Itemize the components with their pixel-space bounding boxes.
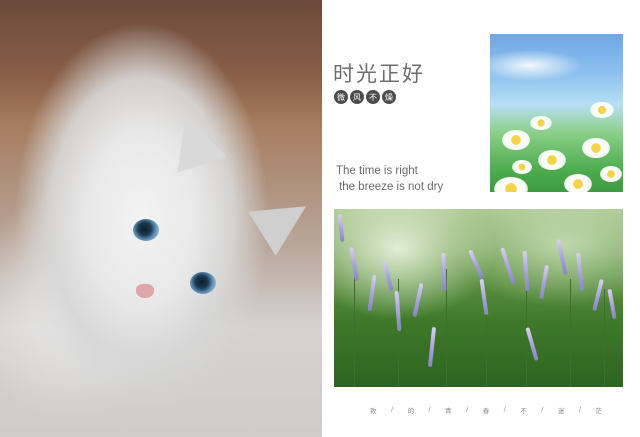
- footer-separator: /: [541, 405, 544, 413]
- daisy-flower: [538, 150, 566, 170]
- kitten-left-ear: [161, 107, 227, 173]
- footer-char: 的: [407, 407, 415, 415]
- lavender-spike: [607, 288, 617, 320]
- footer-separator: /: [503, 405, 506, 413]
- footer-char: 不: [520, 407, 527, 415]
- footer-slogan: 致 / 的 / 青 / 春 / 不 / 迷 / 茫: [370, 405, 602, 415]
- kitten-right-eye: [190, 272, 216, 294]
- lavender-spike: [394, 290, 402, 332]
- footer-separator: /: [466, 405, 469, 413]
- footer-separator: /: [428, 405, 431, 413]
- lavender-stem: [354, 269, 355, 387]
- footer-char: 迷: [557, 407, 565, 415]
- lavender-spike: [592, 278, 604, 312]
- lavender-photo: [334, 209, 623, 387]
- daisy-flower: [530, 116, 552, 130]
- lavender-spike: [479, 278, 489, 316]
- lavender-spike: [468, 249, 484, 279]
- lavender-spike: [367, 274, 377, 312]
- quote-text: The time is right the breeze is not dry: [336, 163, 443, 195]
- seal-char: 风: [350, 90, 364, 104]
- kitten-nose: [136, 284, 154, 298]
- daisy-flower: [600, 166, 622, 182]
- daisy-flower: [502, 130, 530, 150]
- lavender-spike: [500, 247, 516, 285]
- lavender-spike: [441, 252, 447, 292]
- lavender-spike: [382, 260, 394, 292]
- seal-char: 微: [334, 90, 348, 104]
- kitten-right-ear: [248, 184, 320, 256]
- lavender-spike: [337, 213, 345, 243]
- lavender-spike: [539, 264, 549, 300]
- daisy-flower: [590, 102, 614, 118]
- footer-separator: /: [390, 405, 394, 413]
- daisy-flower: [494, 177, 528, 192]
- footer-separator: /: [578, 405, 582, 413]
- seal-char: 燥: [382, 90, 396, 104]
- daisy-photo: [490, 34, 623, 192]
- seal-row: 微 风 不 燥: [334, 90, 396, 104]
- footer-char: 致: [370, 407, 377, 415]
- lavender-spike: [522, 250, 530, 292]
- kitten-left-eye: [133, 219, 159, 241]
- kitten-photo: [0, 0, 322, 437]
- lavender-stem: [570, 279, 571, 387]
- daisy-flower: [564, 174, 592, 192]
- footer-char: 春: [482, 407, 490, 415]
- seal-char: 不: [366, 90, 380, 104]
- daisy-flower: [512, 160, 532, 174]
- lavender-spike: [412, 282, 424, 318]
- page-title: 时光正好: [333, 62, 425, 86]
- quote-line-1: The time is right: [336, 165, 418, 177]
- lavender-spike: [556, 238, 568, 276]
- lavender-spike: [525, 327, 539, 361]
- quote-line-2: the breeze is not dry: [339, 181, 444, 193]
- footer-char: 青: [445, 407, 452, 415]
- daisy-flower: [582, 138, 610, 158]
- footer-char: 茫: [595, 407, 602, 415]
- lavender-spike: [349, 246, 359, 282]
- lavender-spike: [427, 326, 437, 368]
- lavender-stem: [604, 289, 605, 387]
- lavender-spike: [576, 252, 584, 292]
